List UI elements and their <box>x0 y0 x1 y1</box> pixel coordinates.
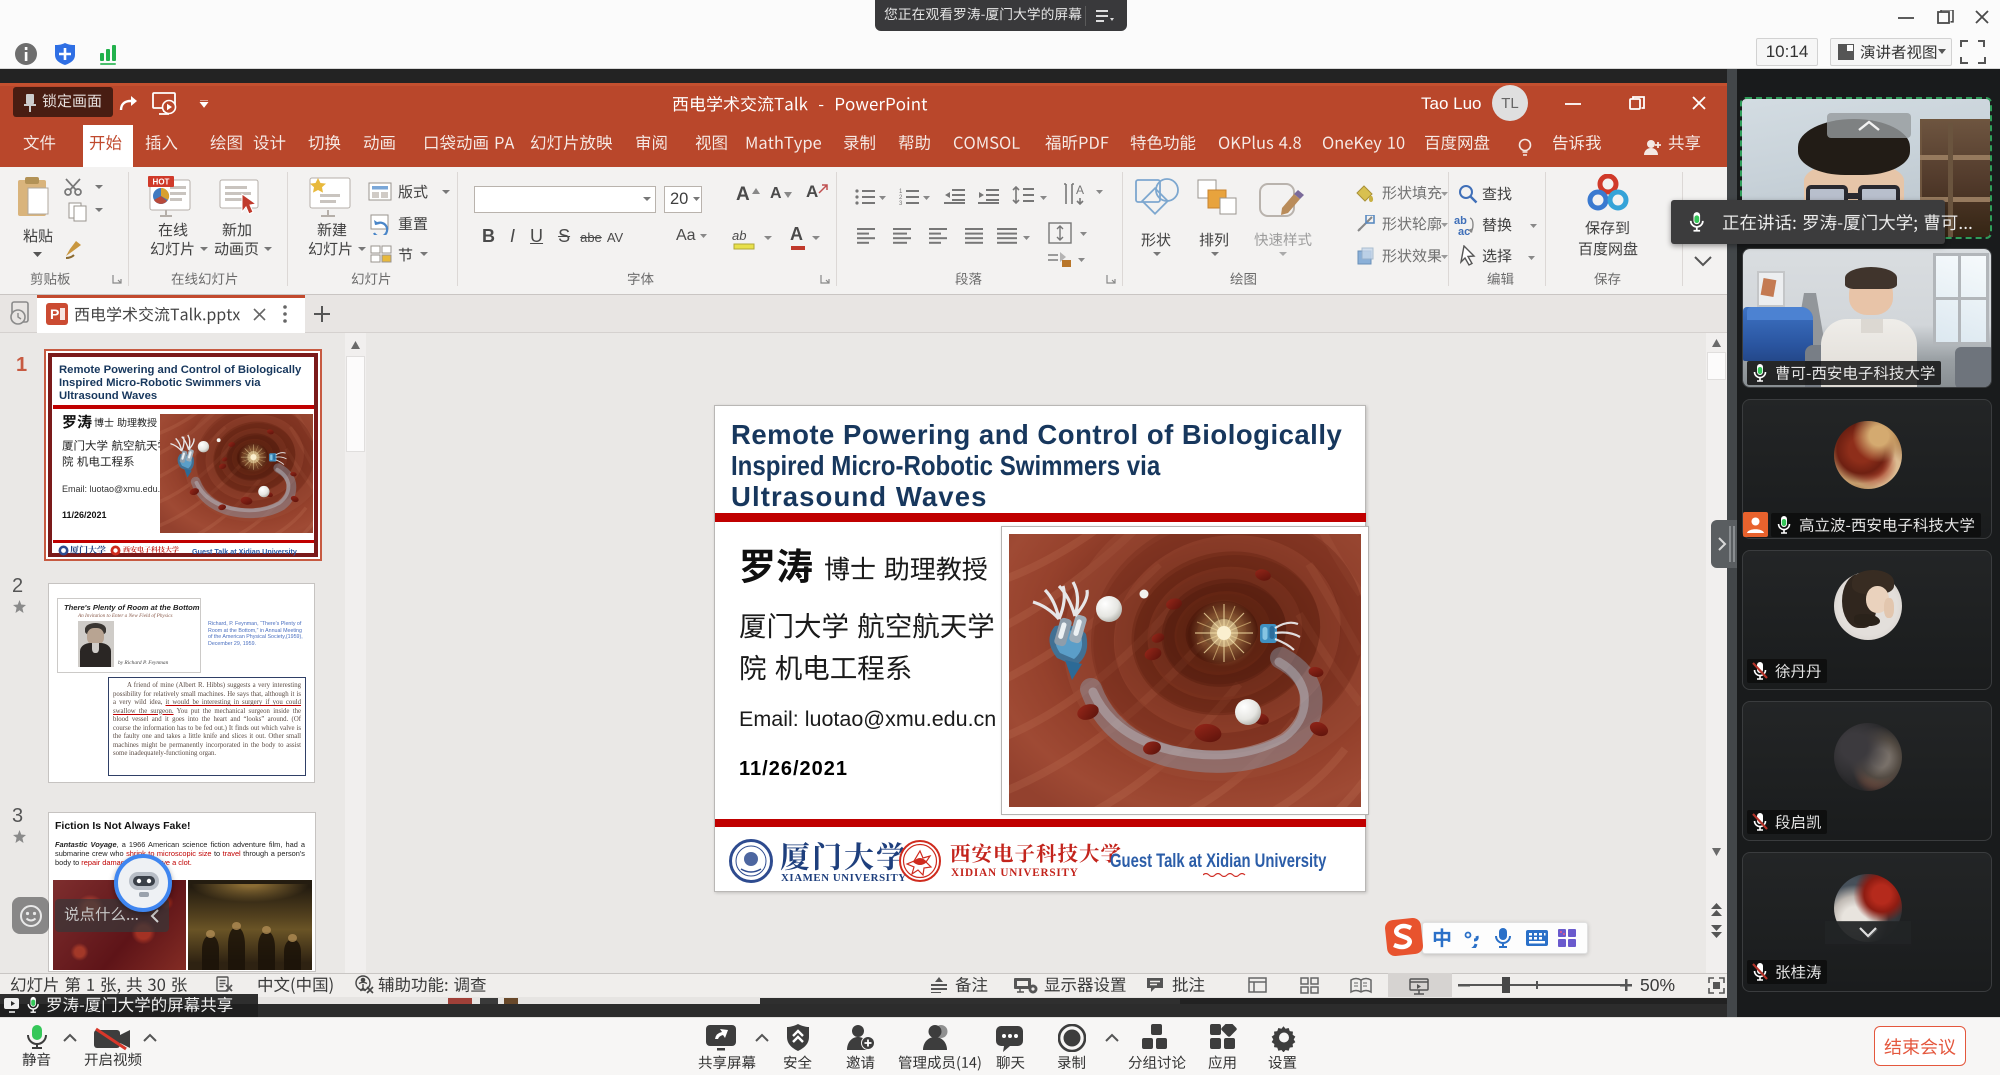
svg-text:ac: ac <box>1458 226 1470 236</box>
svg-text:3: 3 <box>899 201 903 207</box>
svg-text:A: A <box>1076 183 1084 197</box>
svg-text:ab: ab <box>732 228 746 243</box>
svg-text:HOT: HOT <box>153 178 170 187</box>
svg-text:P: P <box>50 306 59 322</box>
